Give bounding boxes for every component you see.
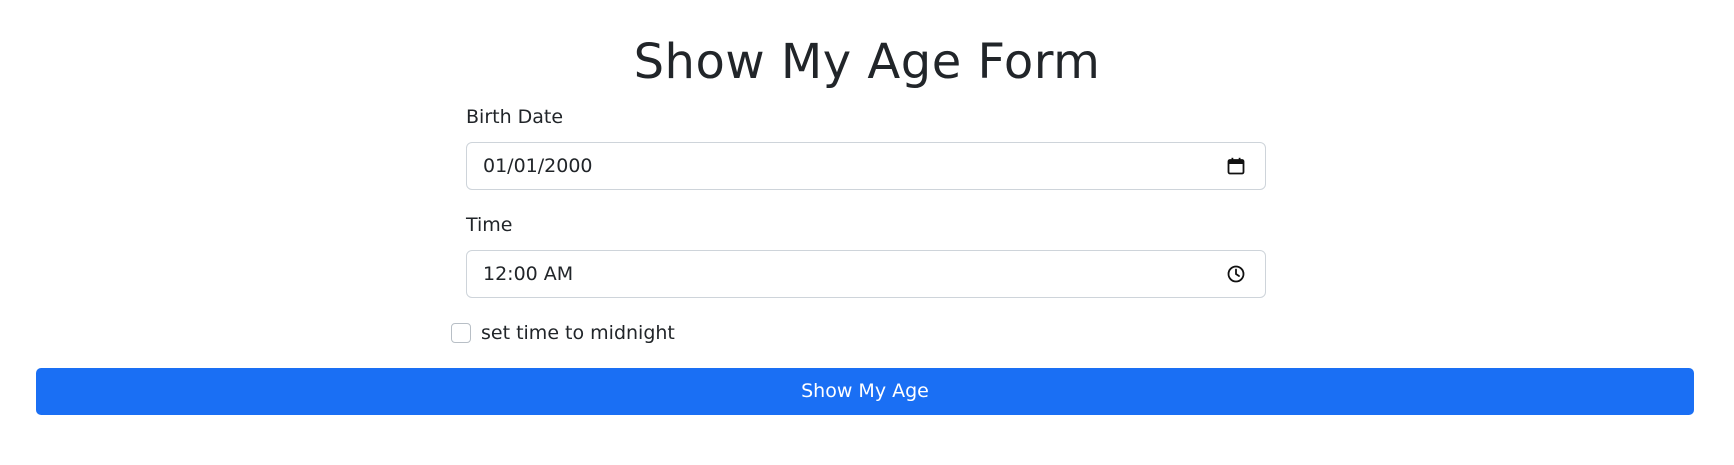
midnight-checkbox-row: set time to midnight	[451, 321, 675, 345]
time-input[interactable]: 12:00 AM	[466, 250, 1266, 298]
clock-icon[interactable]	[1225, 263, 1247, 285]
page-title: Show My Age Form	[633, 34, 1101, 90]
birth-date-value: 01/01/2000	[483, 155, 593, 177]
midnight-checkbox-label[interactable]: set time to midnight	[481, 321, 675, 345]
time-value: 12:00 AM	[483, 263, 574, 285]
show-my-age-button[interactable]: Show My Age	[36, 368, 1694, 415]
midnight-checkbox[interactable]	[451, 323, 471, 343]
birth-date-input[interactable]: 01/01/2000	[466, 142, 1266, 190]
birth-date-label: Birth Date	[466, 106, 564, 128]
calendar-icon[interactable]	[1225, 155, 1247, 177]
time-label: Time	[466, 214, 513, 236]
show-my-age-page: Show My Age Form Birth Date 01/01/2000 T…	[0, 0, 1734, 465]
